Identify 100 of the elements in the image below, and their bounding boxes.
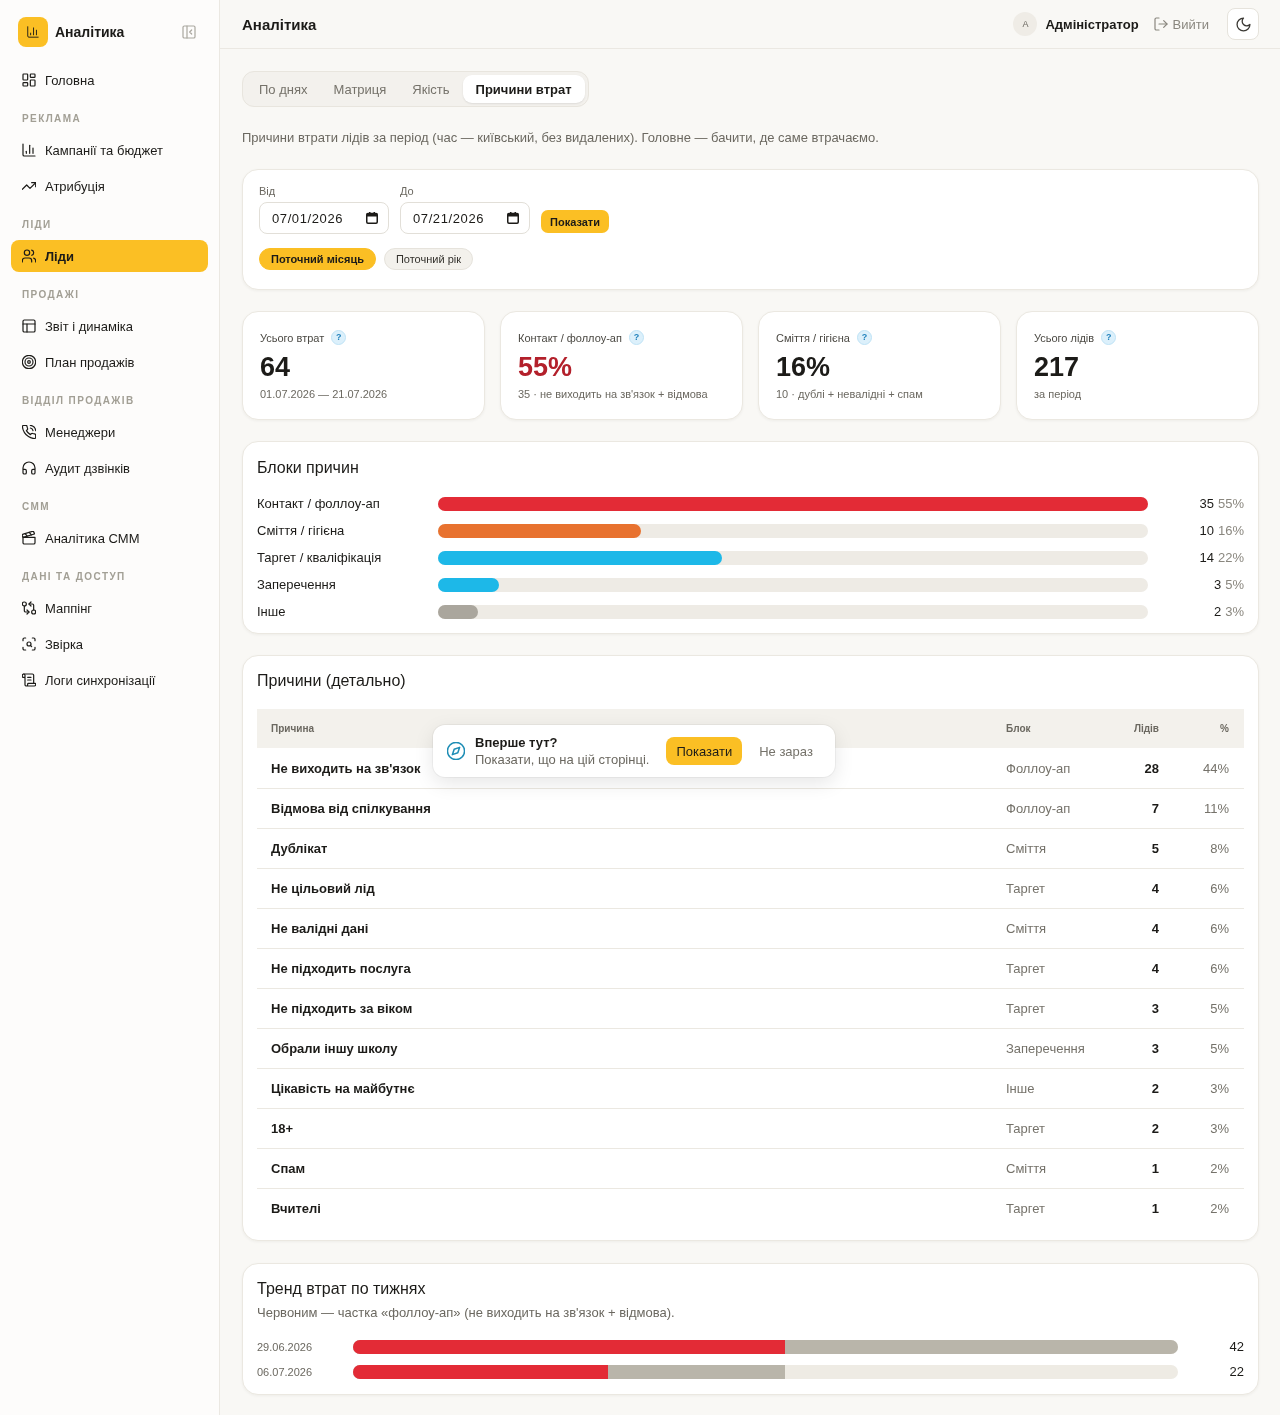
- dismiss-button[interactable]: Не зараз: [751, 737, 821, 765]
- stat-value: 55%: [518, 352, 573, 382]
- table-cell-text: 5%: [1210, 1041, 1230, 1056]
- popup-title: Вперше тут?: [475, 734, 558, 751]
- card-title: Блоки причин: [257, 458, 359, 478]
- nav-item[interactable]: План продажів: [11, 346, 208, 378]
- table-cell-text: 18+: [270, 1121, 294, 1136]
- nav-item[interactable]: Звірка: [11, 628, 208, 660]
- block-count: 10: [1199, 523, 1214, 538]
- table-cell-text: Таргет: [1005, 1121, 1046, 1136]
- grid-icon: [22, 73, 36, 87]
- table-cell-text: Таргет: [1005, 1201, 1046, 1216]
- section-heading: ДАНІ ТА ДОСТУП: [21, 570, 127, 584]
- block-percent: 16%: [1217, 523, 1244, 538]
- nav-item[interactable]: Аналітика СММ: [11, 522, 208, 554]
- field-label: До: [400, 184, 414, 198]
- table-cell: 3: [1151, 1041, 1159, 1056]
- block-percent: 22%: [1217, 550, 1244, 565]
- table-cell-text: 3%: [1210, 1121, 1230, 1136]
- logout-icon: [1153, 17, 1168, 31]
- nav-item[interactable]: Звіт і динаміка: [11, 310, 208, 342]
- table-cell: 4: [1151, 881, 1159, 896]
- week-date: 06.07.2026: [257, 1365, 313, 1378]
- help-badge[interactable]: ?: [628, 330, 644, 345]
- tab[interactable]: Якість: [399, 75, 463, 103]
- nav-item[interactable]: Головна: [11, 64, 208, 96]
- block-percent: 55%: [1217, 496, 1244, 511]
- table-cell-text: 2%: [1210, 1201, 1230, 1216]
- table-cell: 3: [1151, 1001, 1159, 1016]
- table-cell: 4: [1151, 921, 1159, 936]
- compass-icon: [447, 742, 465, 760]
- table-icon: [22, 319, 36, 333]
- theme-toggle-button[interactable]: [1227, 8, 1259, 40]
- period-chip[interactable]: Поточний місяць: [259, 248, 376, 270]
- table-cell-text: Заперечення: [1005, 1041, 1085, 1056]
- section-heading: ЛІДИ: [21, 218, 53, 232]
- user-avatar: А: [1013, 12, 1038, 36]
- table-cell-text: Таргет: [1005, 1001, 1046, 1016]
- nav-item[interactable]: Ліди: [11, 240, 208, 272]
- nav-item[interactable]: Логи синхронізації: [11, 664, 208, 696]
- tab[interactable]: Причини втрат: [462, 75, 585, 103]
- period-chip[interactable]: Поточний рік: [383, 248, 473, 270]
- nav-item[interactable]: Атрибуція: [11, 170, 208, 202]
- moon-icon: [1235, 16, 1251, 32]
- stat-value: 217: [1034, 352, 1080, 382]
- page-title: Аналітика: [242, 15, 317, 33]
- bar-chart-icon: [22, 143, 36, 157]
- table-cell-text: Обрали іншу школу: [270, 1041, 398, 1056]
- calendar-icon[interactable]: [507, 212, 519, 224]
- nav-item[interactable]: Аудит дзвінків: [11, 452, 208, 484]
- section-heading: СММ: [21, 500, 51, 514]
- table-cell-text: Відмова від спілкування: [270, 801, 431, 816]
- trend-up-icon: [22, 179, 36, 193]
- clapperboard-icon: [22, 531, 36, 545]
- table-cell-text: Таргет: [1005, 961, 1046, 976]
- table-cell: 7: [1151, 801, 1159, 816]
- nav-item[interactable]: Маппінг: [11, 592, 208, 624]
- block-label: Заперечення: [257, 577, 336, 592]
- calendar-icon[interactable]: [366, 212, 378, 224]
- table-cell: 28: [1144, 760, 1159, 776]
- help-badge[interactable]: ?: [1101, 330, 1117, 345]
- week-total: 42: [1229, 1339, 1244, 1354]
- table-cell: 1: [1151, 1161, 1159, 1176]
- users-icon: [22, 249, 36, 263]
- table-cell-text: Інше: [1005, 1081, 1035, 1096]
- table-cell-text: 11%: [1203, 801, 1230, 816]
- stat-value: 16%: [776, 352, 831, 382]
- tab[interactable]: По днях: [246, 75, 321, 103]
- table-cell-text: Дублікат: [270, 841, 328, 856]
- field-label: Від: [259, 184, 276, 198]
- block-label: Таргет / кваліфікація: [257, 550, 382, 565]
- table-cell-text: 6%: [1210, 921, 1230, 936]
- app-name: Аналітика: [55, 24, 125, 40]
- show-tour-button[interactable]: Показати: [666, 737, 743, 765]
- logo-icon: [18, 17, 48, 47]
- show-button[interactable]: Показати: [541, 210, 609, 233]
- stat-value: 64: [260, 352, 291, 382]
- section-heading: ПРОДАЖІ: [21, 288, 81, 302]
- table-cell-text: Не підходить послуга: [270, 961, 411, 976]
- block-percent: 5%: [1225, 577, 1244, 592]
- scan-icon: [22, 637, 36, 651]
- date-field[interactable]: 07/21/2026: [400, 202, 530, 234]
- card-title: Тренд втрат по тижнях: [257, 1279, 426, 1299]
- tab[interactable]: Матриця: [320, 75, 400, 103]
- table-cell-text: Фоллоу-ап: [1005, 760, 1071, 776]
- table-cell-text: Не валідні дані: [270, 921, 369, 936]
- logout-link[interactable]: Вийти: [1153, 16, 1209, 32]
- block-count: 35: [1199, 496, 1214, 511]
- card-title: Причини (детально): [257, 671, 406, 691]
- block-label: Сміття / гігієна: [257, 523, 345, 538]
- help-badge[interactable]: ?: [331, 330, 347, 345]
- help-badge[interactable]: ?: [856, 330, 872, 345]
- date-field[interactable]: 07/01/2026: [259, 202, 389, 234]
- stat-label: Контакт / фоллоу-ап: [518, 330, 622, 345]
- scroll-icon: [22, 673, 36, 687]
- stat-note: 10 · дублі + невалідні + спам: [776, 387, 923, 401]
- block-percent: 3%: [1225, 604, 1244, 619]
- table-cell: 2: [1151, 1081, 1159, 1096]
- nav-item[interactable]: Менеджери: [11, 416, 208, 448]
- nav-item[interactable]: Кампанії та бюджет: [11, 134, 208, 166]
